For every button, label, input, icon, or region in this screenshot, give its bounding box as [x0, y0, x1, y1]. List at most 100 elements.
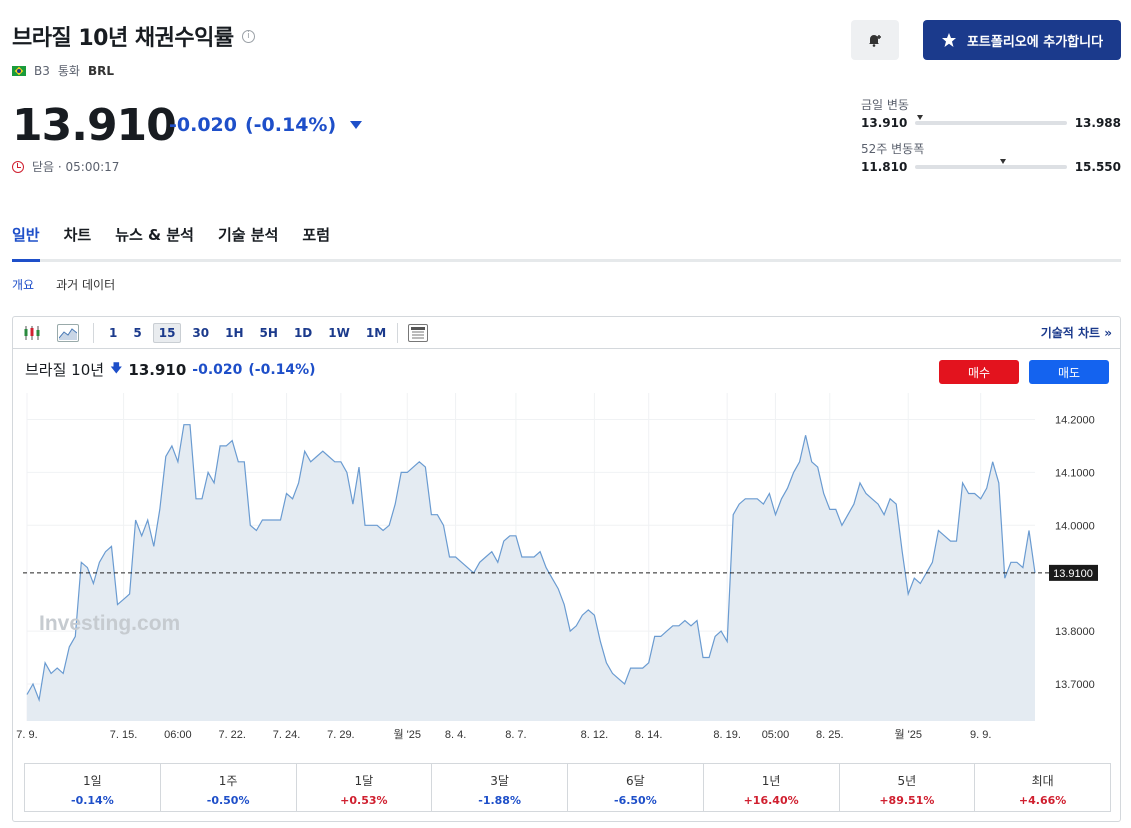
day-range-marker: [916, 115, 923, 120]
day-range-low: 13.910: [861, 116, 908, 130]
chart-change: -0.020: [192, 361, 243, 378]
currency-label: 통화: [57, 64, 80, 78]
technical-chart-link[interactable]: 기술적 차트 »: [1041, 324, 1112, 341]
subtab-summary[interactable]: 개요: [12, 276, 34, 293]
x-tick-label: 7. 24.: [273, 729, 301, 741]
year-range-label: 52주 변동폭: [861, 142, 925, 156]
chart-header: 브라질 10년 🡇 13.910 -0.020 (-0.14%): [25, 359, 316, 380]
performance-value: -6.50%: [614, 794, 657, 807]
y-tick-label: 13.7000: [1055, 679, 1095, 691]
price-chart[interactable]: Investing.com 13.9100 14.2000 14.1000 14.000…: [13, 387, 1120, 762]
chart-toolbar: 1 5 15 30 1H 5H 1D 1W 1M 기술적 차트 »: [13, 317, 1120, 349]
main-tabs: 일반 차트 뉴스 & 분석 기술 분석 포럼: [12, 222, 1121, 262]
x-tick-label: 9. 9.: [970, 729, 991, 741]
brazil-flag-icon: [12, 65, 26, 76]
performance-value: +4.66%: [1018, 794, 1067, 807]
currency-value: BRL: [87, 63, 115, 78]
performance-cell[interactable]: 1일 -0.14%: [25, 764, 161, 811]
performance-value: -1.88%: [478, 794, 521, 807]
portfolio-button-label: 포트폴리오에 추가합니다: [966, 34, 1104, 50]
bell-plus-icon: [869, 35, 881, 47]
tab-overview[interactable]: 일반: [12, 222, 40, 262]
sell-button[interactable]: 매도: [1029, 360, 1109, 384]
x-tick-label: 7. 15.: [110, 729, 138, 741]
performance-cell[interactable]: 최대 +4.66%: [975, 764, 1110, 811]
performance-cell[interactable]: 1년 +16.40%: [704, 764, 840, 811]
performance-value: -0.50%: [206, 794, 250, 807]
performance-period: 1일: [83, 774, 102, 788]
chart-instrument-name: 브라질 10년: [25, 361, 105, 379]
timeframe-1w[interactable]: 1W: [323, 324, 355, 342]
x-tick-label: 7. 22.: [218, 729, 246, 741]
down-arrow-icon: [350, 121, 363, 129]
performance-value: +89.51%: [879, 794, 935, 807]
day-range-label: 금일 변동: [861, 98, 909, 112]
performance-period: 5년: [897, 774, 917, 788]
down-arrow-icon: 🡇: [110, 361, 123, 375]
exchange-label: B3: [34, 63, 50, 78]
year-range: 52주 변동폭 11.810 15.550: [861, 140, 1121, 174]
year-range-low: 11.810: [861, 160, 908, 174]
timeframe-1[interactable]: 1: [104, 324, 122, 342]
alert-button[interactable]: [851, 20, 899, 60]
chart-change-percent: (-0.14%): [248, 361, 316, 378]
performance-cell[interactable]: 1주 -0.50%: [161, 764, 297, 811]
performance-cell[interactable]: 1달 +0.53%: [297, 764, 433, 811]
candlestick-icon[interactable]: [21, 324, 43, 342]
performance-cell[interactable]: 3달 -1.88%: [432, 764, 568, 811]
performance-period: 1년: [761, 774, 781, 788]
page-title: 브라질 10년 채권수익률 i: [12, 20, 255, 52]
timeframe-30[interactable]: 30: [187, 324, 214, 342]
x-tick-label: 06:00: [164, 729, 192, 741]
x-tick-label: 8. 4.: [445, 729, 466, 741]
subtab-historical[interactable]: 과거 데이터: [56, 276, 115, 293]
performance-period: 6달: [626, 774, 645, 788]
x-tick-label: 8. 19.: [713, 729, 741, 741]
info-icon[interactable]: i: [241, 29, 255, 43]
toolbar-divider: [93, 322, 94, 343]
x-tick-label: 8. 12.: [581, 729, 609, 741]
tab-technical[interactable]: 기술 분석: [218, 222, 278, 262]
change-percent: (-0.14%): [244, 114, 337, 136]
market-status: 닫음 · 05:00:17: [12, 158, 119, 175]
y-tick-label: 14.0000: [1055, 520, 1095, 532]
performance-value: -0.14%: [71, 794, 114, 807]
add-to-portfolio-button[interactable]: 포트폴리오에 추가합니다: [923, 20, 1121, 60]
area-chart-icon[interactable]: [57, 323, 79, 342]
timeframe-5[interactable]: 5: [128, 324, 146, 342]
day-range: 금일 변동 13.910 13.988: [861, 96, 1121, 130]
year-range-high: 15.550: [1074, 160, 1121, 174]
performance-period: 최대: [1031, 774, 1054, 788]
timeframe-1h[interactable]: 1H: [220, 324, 248, 342]
data-table-icon[interactable]: [408, 323, 429, 342]
timeframe-1d[interactable]: 1D: [289, 324, 317, 342]
title-text: 브라질 10년 채권수익률: [12, 26, 234, 51]
x-tick-label: 월 '25: [394, 728, 422, 741]
status-text: 닫음 · 05:00:17: [32, 160, 120, 174]
sub-tabs: 개요 과거 데이터: [12, 276, 115, 293]
y-tick-label: 14.1000: [1055, 467, 1095, 479]
current-price-label: 13.9100: [1053, 568, 1093, 580]
timeframe-5h[interactable]: 5H: [255, 324, 283, 342]
chart-panel: 1 5 15 30 1H 5H 1D 1W 1M 기술적 차트 » 브라질 10…: [12, 316, 1121, 822]
timeframe-1m[interactable]: 1M: [361, 324, 391, 342]
buy-button[interactable]: 매수: [939, 360, 1019, 384]
x-tick-label: 05:00: [762, 729, 790, 741]
performance-period: 1달: [354, 774, 374, 788]
x-tick-label: 월 '25: [894, 728, 922, 741]
star-icon: [941, 33, 956, 47]
x-tick-label: 8. 14.: [635, 729, 663, 741]
performance-period: 1주: [218, 774, 238, 788]
price-change: -0.020 (-0.14%): [169, 114, 363, 136]
x-tick-label: 8. 7.: [505, 729, 526, 741]
tab-forum[interactable]: 포럼: [302, 222, 330, 262]
performance-cell[interactable]: 6달 -6.50%: [568, 764, 704, 811]
tab-news[interactable]: 뉴스 & 분석: [115, 222, 194, 262]
x-tick-label: 7. 9.: [16, 729, 37, 741]
instrument-meta: B3 통화 BRL: [12, 62, 114, 79]
timeframe-15[interactable]: 15: [152, 322, 182, 343]
performance-cell[interactable]: 5년 +89.51%: [840, 764, 976, 811]
tab-chart[interactable]: 차트: [64, 222, 92, 262]
performance-table: 1일 -0.14% 1주 -0.50% 1달 +0.53% 3달 -1.88% 6달 -6.50%…: [24, 763, 1111, 812]
change-value: -0.020: [169, 114, 237, 136]
